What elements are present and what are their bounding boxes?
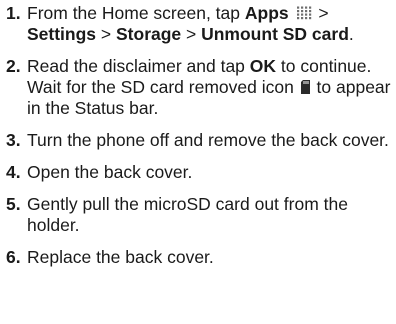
text-segment: > (181, 24, 202, 44)
storage-label: Storage (116, 24, 182, 44)
step-number: 2. (6, 56, 21, 76)
settings-label: Settings (27, 24, 97, 44)
ok-label: OK (249, 56, 277, 76)
step-number: 5. (6, 194, 21, 214)
text-segment: From the Home screen, tap (27, 3, 245, 23)
text-segment: > (96, 24, 116, 44)
apps-label: Apps (244, 3, 289, 23)
step-4: 4. Open the back cover. (0, 162, 396, 183)
text-segment: Read the disclaimer and tap (27, 56, 250, 76)
step-5: 5. Gently pull the microSD card out from… (0, 194, 396, 236)
step-1: 1. From the Home screen, tap Apps > Sett… (0, 3, 396, 45)
step-text: Open the back cover. (27, 162, 193, 182)
step-2: 2. Read the disclaimer and tap OK to con… (0, 56, 396, 119)
step-6: 6. Replace the back cover. (0, 247, 396, 268)
sd-card-removed-icon (300, 78, 310, 94)
step-number: 4. (6, 162, 21, 182)
step-text: Read the disclaimer and tap OK to contin… (27, 56, 391, 118)
step-number: 6. (6, 247, 21, 267)
text-segment: > (313, 3, 329, 23)
instruction-steps: 1. From the Home screen, tap Apps > Sett… (0, 0, 396, 268)
apps-grid-icon (296, 4, 312, 20)
step-number: 3. (6, 130, 21, 150)
unmount-sd-card-label: Unmount SD card (201, 24, 349, 44)
step-number: 1. (6, 3, 21, 23)
step-text: From the Home screen, tap Apps > Setting… (27, 3, 354, 44)
text-segment: . (348, 24, 354, 44)
step-text: Replace the back cover. (27, 247, 214, 267)
step-3: 3. Turn the phone off and remove the bac… (0, 130, 396, 151)
step-text: Turn the phone off and remove the back c… (27, 130, 389, 150)
step-text: Gently pull the microSD card out from th… (27, 194, 348, 235)
